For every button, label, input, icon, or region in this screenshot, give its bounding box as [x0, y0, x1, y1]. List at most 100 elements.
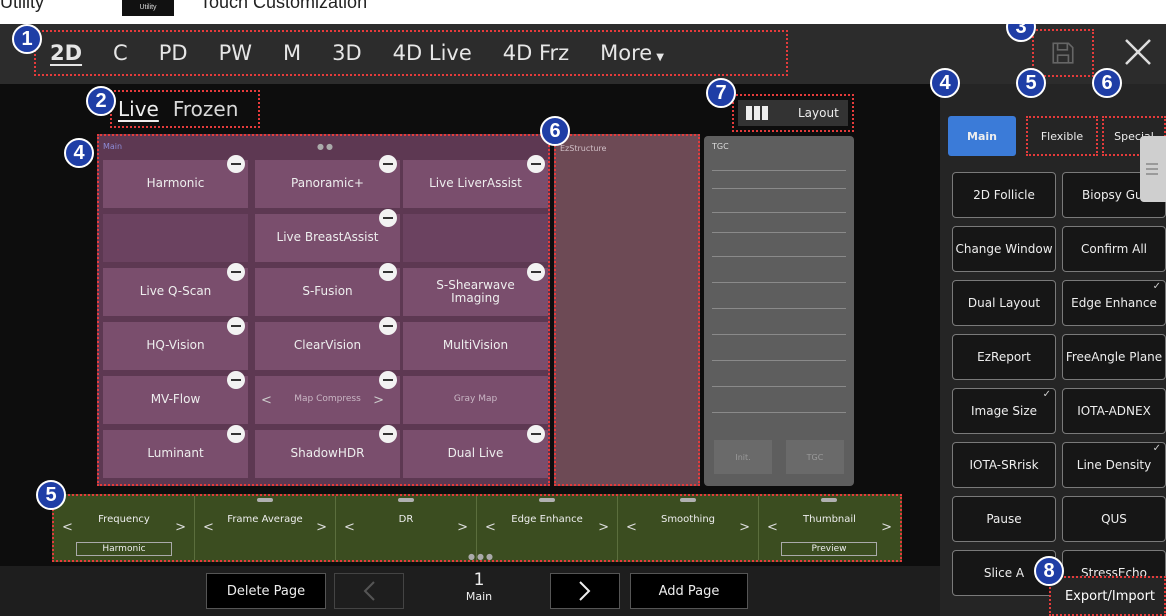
mode-more[interactable]: More ▼ [600, 41, 664, 65]
chevron-right-icon[interactable]: > [739, 520, 750, 535]
remove-icon[interactable] [527, 263, 545, 281]
ezstructure-area[interactable]: EzStructure [554, 134, 700, 486]
scroll-handle[interactable] [1140, 136, 1166, 202]
mode-2d[interactable]: 2D [50, 41, 82, 65]
tgc-slider[interactable] [712, 386, 846, 387]
mode-m[interactable]: M [283, 41, 301, 65]
custom-key-image-size[interactable]: Image Size ✓ [952, 388, 1056, 434]
tgc-slider[interactable] [712, 212, 846, 213]
mode-pw[interactable]: PW [219, 41, 252, 65]
remove-icon[interactable] [227, 263, 245, 281]
custom-key-qus[interactable]: QUS [1062, 496, 1166, 542]
remove-icon[interactable] [227, 371, 245, 389]
prev-page-button[interactable] [334, 573, 404, 609]
tab-live[interactable]: Live [118, 97, 159, 121]
mode-4d-live[interactable]: 4D Live [393, 41, 472, 65]
chevron-right-icon[interactable]: > [598, 520, 609, 535]
tab-main[interactable]: Main [948, 116, 1016, 156]
remove-icon[interactable] [379, 209, 397, 227]
main-area-label: Main [103, 142, 123, 151]
fk-smoothing[interactable]: < Smoothing > [618, 496, 759, 560]
fk-edge-enhance[interactable]: < Edge Enhance > [477, 496, 618, 560]
custom-key-pause[interactable]: Pause [952, 496, 1056, 542]
tgc-slider[interactable] [712, 360, 846, 361]
tgc-slider[interactable] [712, 256, 846, 257]
menu-lines-icon [1146, 163, 1158, 175]
touch-key-empty[interactable] [403, 214, 548, 262]
remove-icon[interactable] [379, 155, 397, 173]
touch-key-s-fusion[interactable]: S-Fusion [255, 263, 400, 316]
custom-key-iota-srrisk[interactable]: IOTA-SRrisk [952, 442, 1056, 488]
touch-key-empty[interactable] [103, 214, 248, 262]
custom-key-confirm-all[interactable]: Confirm All [1062, 226, 1166, 272]
mode-3d[interactable]: 3D [332, 41, 362, 65]
fk-label: Thumbnail [803, 514, 856, 525]
touch-key-hq-vision[interactable]: HQ-Vision [103, 317, 248, 370]
touch-key-map-compress[interactable]: < Map Compress > [255, 371, 400, 424]
layout-button[interactable]: Layout [738, 100, 848, 126]
tgc-slider[interactable] [712, 232, 846, 233]
remove-icon[interactable] [227, 155, 245, 173]
touch-key-clearvision[interactable]: ClearVision [255, 317, 400, 370]
tgc-slider[interactable] [712, 412, 846, 413]
fk-thumbnail[interactable]: < Thumbnail > Preview [759, 496, 900, 560]
remove-icon[interactable] [379, 425, 397, 443]
remove-icon[interactable] [527, 425, 545, 443]
touch-key-panoramic[interactable]: Panoramic+ [255, 155, 400, 208]
tab-frozen[interactable]: Frozen [173, 97, 239, 121]
tab-flexible[interactable]: Flexible [1026, 116, 1098, 156]
chevron-right-icon[interactable]: > [373, 393, 384, 408]
custom-key-edge-enhance[interactable]: Edge Enhance ✓ [1062, 280, 1166, 326]
touch-key-live-q-scan[interactable]: Live Q-Scan [103, 263, 248, 316]
chevron-right-icon[interactable]: > [457, 520, 468, 535]
touch-key-mv-flow[interactable]: MV-Flow [103, 371, 248, 424]
remove-icon[interactable] [379, 263, 397, 281]
mode-pd[interactable]: PD [159, 41, 188, 65]
touch-key-label: MV-Flow [150, 392, 201, 407]
export-import-button[interactable]: Export/Import [1055, 581, 1165, 611]
custom-key-2d-follicle[interactable]: 2D Follicle [952, 172, 1056, 218]
fk-frame-average[interactable]: < Frame Average > [195, 496, 336, 560]
tgc-init-button[interactable]: Init. [714, 440, 772, 474]
custom-key-change-window[interactable]: Change Window [952, 226, 1056, 272]
touch-key-dual-live[interactable]: Dual Live [403, 425, 548, 478]
touch-key-live-liverassist[interactable]: Live LiverAssist [403, 155, 548, 208]
next-page-button[interactable] [550, 573, 620, 609]
touch-key-gray-map[interactable]: Gray Map [403, 376, 548, 424]
tgc-slider[interactable] [712, 282, 846, 283]
tgc-button[interactable]: TGC [786, 440, 844, 474]
custom-key-freeangle-plane[interactable]: FreeAngle Plane [1062, 334, 1166, 380]
touch-key-s-shearwave[interactable]: S-Shearwave Imaging [403, 263, 548, 316]
touch-key-multivision[interactable]: MultiVision [403, 322, 548, 370]
touch-key-live-breastassist[interactable]: Live BreastAssist [255, 209, 400, 262]
close-icon[interactable] [1120, 34, 1156, 70]
fk-sub-value: Preview [781, 542, 877, 556]
fk-frequency[interactable]: < Frequency > Harmonic [54, 496, 195, 560]
add-page-button[interactable]: Add Page [630, 573, 748, 609]
remove-icon[interactable] [227, 425, 245, 443]
mode-c[interactable]: C [113, 41, 128, 65]
remove-icon[interactable] [227, 317, 245, 335]
save-icon[interactable] [1050, 40, 1076, 66]
touch-key-shadowhdr[interactable]: ShadowHDR [255, 425, 400, 478]
chevron-left-icon[interactable]: < [261, 393, 272, 408]
custom-key-dual-layout[interactable]: Dual Layout [952, 280, 1056, 326]
custom-key-line-density[interactable]: Line Density ✓ [1062, 442, 1166, 488]
tgc-slider[interactable] [712, 308, 846, 309]
mode-4d-frz[interactable]: 4D Frz [503, 41, 569, 65]
touch-key-luminant[interactable]: Luminant [103, 425, 248, 478]
remove-icon[interactable] [379, 317, 397, 335]
delete-page-button[interactable]: Delete Page [206, 573, 326, 609]
remove-icon[interactable] [527, 155, 545, 173]
custom-key-ezreport[interactable]: EzReport [952, 334, 1056, 380]
tgc-slider[interactable] [712, 170, 846, 171]
tgc-slider[interactable] [712, 188, 846, 189]
remove-icon[interactable] [379, 371, 397, 389]
chevron-right-icon[interactable]: > [881, 520, 892, 535]
fk-dr[interactable]: < DR > [336, 496, 477, 560]
chevron-right-icon[interactable]: > [316, 520, 327, 535]
custom-key-iota-adnex[interactable]: IOTA-ADNEX [1062, 388, 1166, 434]
chevron-right-icon[interactable]: > [175, 520, 186, 535]
touch-key-harmonic[interactable]: Harmonic [103, 155, 248, 208]
tgc-slider[interactable] [712, 334, 846, 335]
